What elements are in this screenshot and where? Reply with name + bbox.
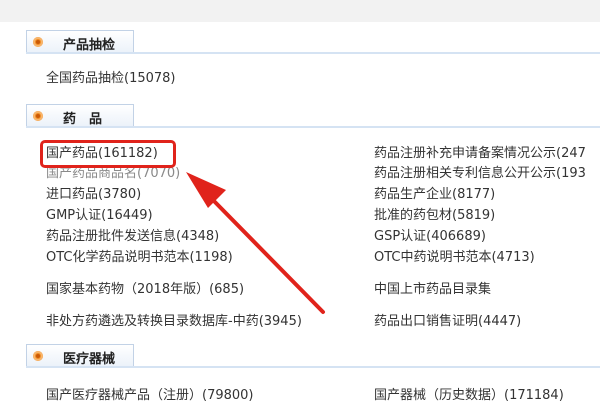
red-arrow-icon	[186, 172, 325, 314]
